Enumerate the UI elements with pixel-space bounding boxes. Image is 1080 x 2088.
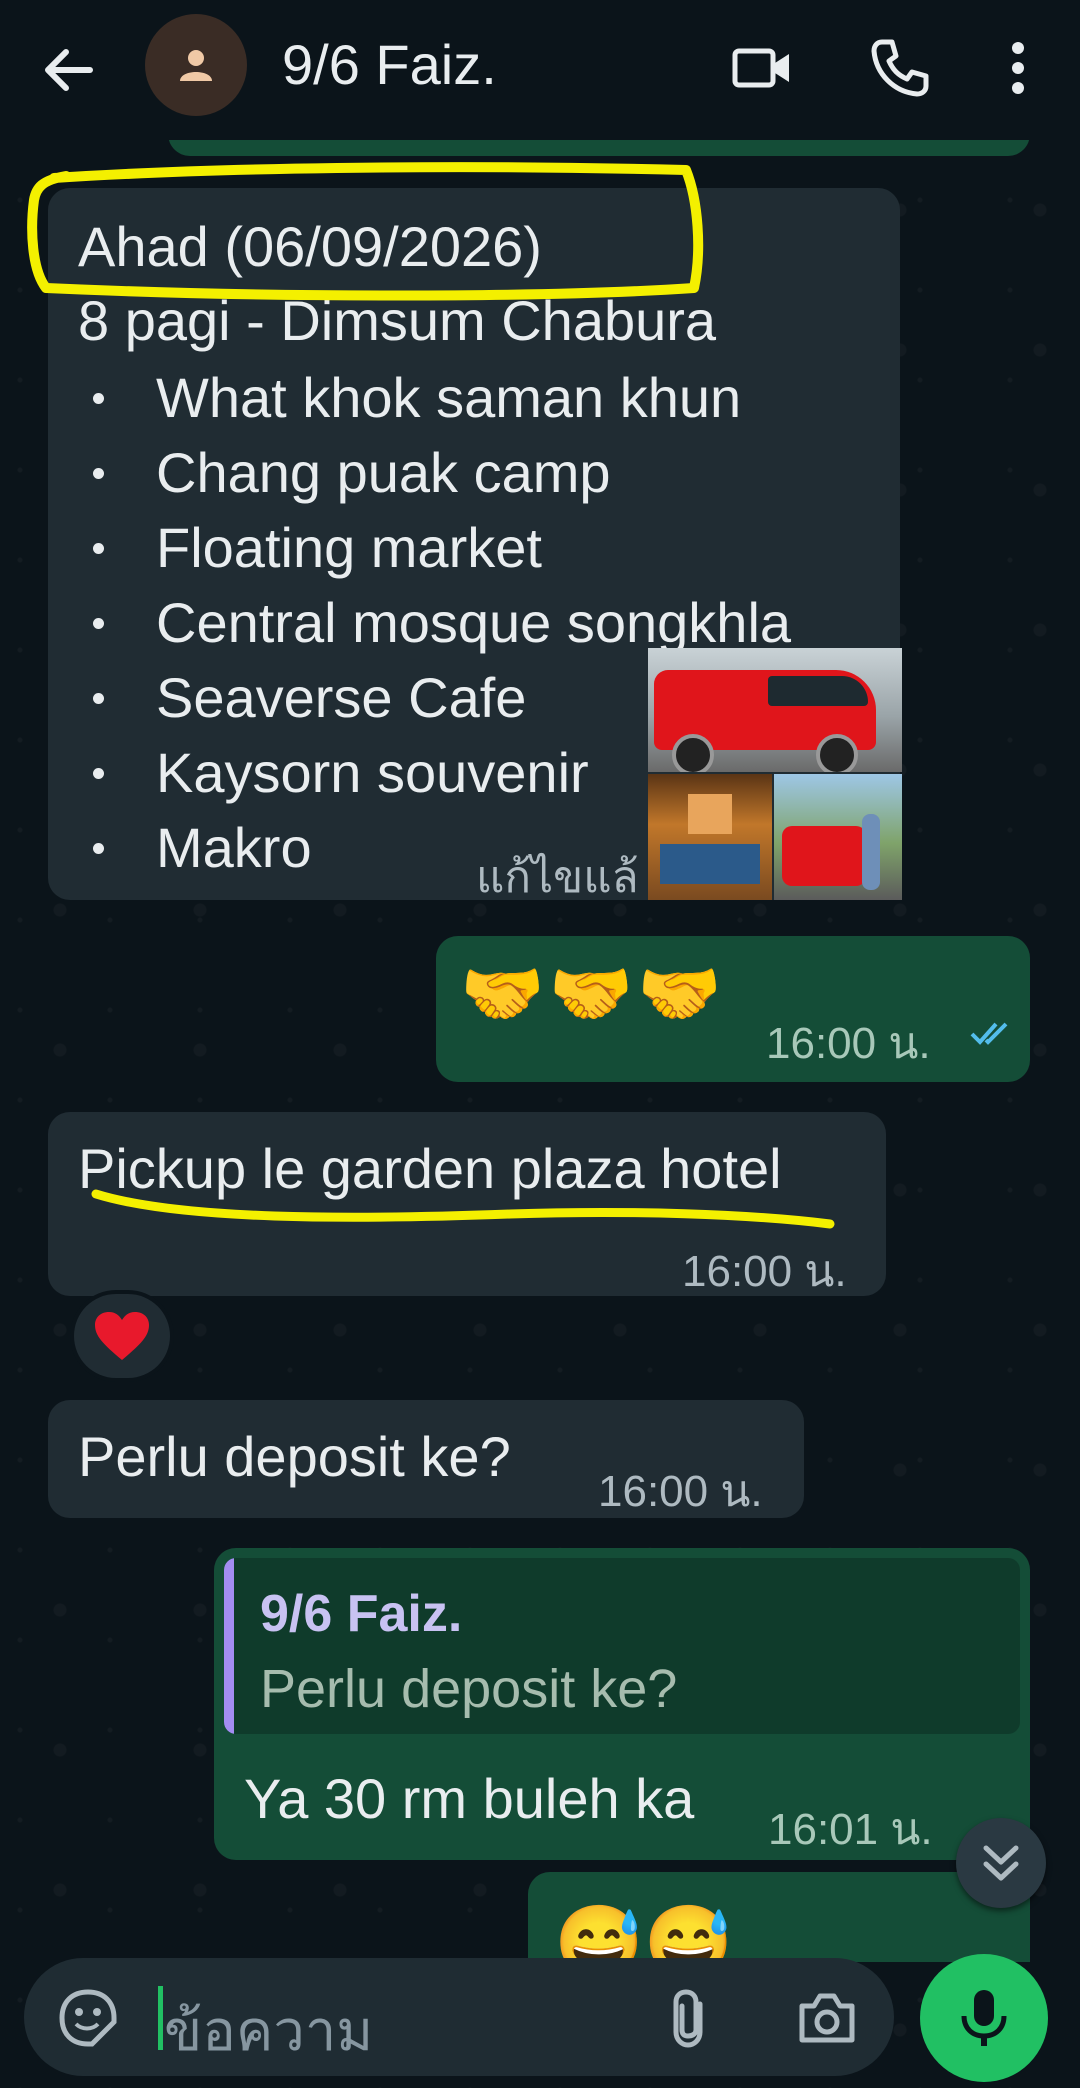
attach-paperclip-icon[interactable] (666, 1988, 716, 2050)
list-item: What khok saman khun (90, 360, 791, 435)
message-input[interactable]: ข้อความ (164, 1986, 373, 2075)
chat-header: 9/6 Faiz. (0, 0, 1080, 140)
read-ticks-icon (970, 1022, 1008, 1045)
van-photo-interior (648, 774, 772, 900)
van-photo-exterior (648, 648, 902, 772)
chat-title[interactable]: 9/6 Faiz. (282, 32, 497, 97)
list-item: Floating market (90, 510, 791, 585)
van-photo-with-person (774, 774, 902, 900)
deposit-text: Perlu deposit ke? (78, 1425, 511, 1488)
deposit-message[interactable]: Perlu deposit ke? 16:00 น. (48, 1400, 804, 1518)
list-item: Chang puak camp (90, 435, 791, 510)
microphone-icon (961, 1990, 1007, 2046)
message-time: 16:00 น. (766, 1019, 931, 1068)
sticker-emoji-icon[interactable] (58, 1988, 118, 2048)
message-time: 16:00 น. (682, 1247, 847, 1296)
sweat-smile-emoji-text: 😅😅 (554, 1903, 734, 1962)
itinerary-heading: Ahad (06/09/2026) (78, 215, 542, 278)
quoted-message[interactable]: 9/6 Faiz. Perlu deposit ke? (224, 1558, 1020, 1734)
quoted-text: Perlu deposit ke? (260, 1659, 678, 1719)
camera-icon[interactable] (796, 1990, 858, 2046)
video-call-icon[interactable] (730, 36, 794, 100)
itinerary-subheading: 8 pagi - Dimsum Chabura (78, 289, 717, 352)
reply-message[interactable]: 9/6 Faiz. Perlu deposit ke? Ya 30 rm bul… (214, 1548, 1030, 1860)
back-arrow-icon[interactable] (38, 40, 98, 100)
message-time: 16:00 น. (598, 1467, 763, 1516)
scroll-to-bottom-button[interactable] (956, 1818, 1046, 1908)
voice-message-button[interactable] (920, 1954, 1048, 2082)
heart-reaction[interactable] (70, 1290, 174, 1382)
van-photo-collage[interactable] (648, 648, 902, 900)
avatar-person-icon (180, 50, 212, 81)
pickup-message[interactable]: Pickup le garden plaza hotel 16:00 น. (48, 1112, 886, 1296)
more-vert-icon[interactable] (990, 36, 1046, 100)
text-cursor (158, 1986, 163, 2050)
message-input-bar: ข้อความ (24, 1958, 894, 2076)
handshake-emoji-text: 🤝🤝🤝 (460, 956, 727, 1032)
quoted-author: 9/6 Faiz. (260, 1585, 463, 1643)
emoji-message[interactable]: 🤝🤝🤝 16:00 น. (436, 936, 1030, 1082)
phone-icon[interactable] (868, 36, 932, 100)
avatar[interactable] (145, 14, 247, 116)
pickup-text: Pickup le garden plaza hotel (78, 1137, 782, 1200)
double-chevron-down-icon (983, 1845, 1019, 1881)
reply-text: Ya 30 rm buleh ka (244, 1767, 695, 1830)
message-time: 16:01 น. (768, 1805, 933, 1854)
heart-icon (95, 1312, 149, 1360)
partial-emoji-message[interactable]: 😅😅 (528, 1872, 1030, 1962)
